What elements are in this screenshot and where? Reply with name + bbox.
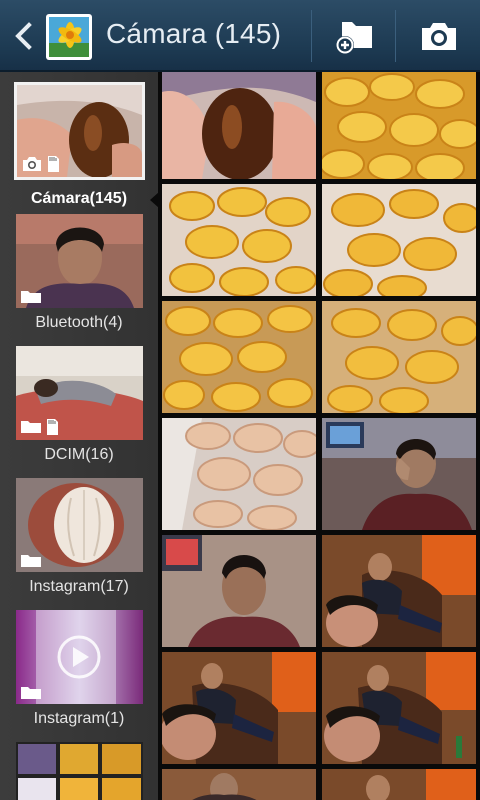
photo-thumbnail[interactable] — [322, 72, 476, 179]
album-label: Instagram(17) — [29, 578, 129, 595]
album-label: Bluetooth(4) — [35, 314, 123, 331]
camera-icon — [23, 157, 41, 171]
album-thumbnail — [16, 610, 143, 704]
album-label: Instagram(1) — [33, 710, 125, 727]
album-thumbnail — [16, 742, 143, 800]
photo-thumbnail[interactable] — [322, 769, 476, 800]
photo-thumbnail[interactable] — [322, 652, 476, 764]
album-thumbnail — [16, 346, 143, 440]
selection-pointer — [150, 192, 158, 208]
photo-thumbnail[interactable] — [162, 301, 316, 413]
album-thumbnail — [16, 478, 143, 572]
album-thumbnail — [14, 82, 145, 180]
folder-icon — [21, 421, 41, 433]
photo-thumbnail[interactable] — [322, 418, 476, 530]
sd-card-icon — [48, 156, 59, 172]
photo-thumbnail[interactable] — [322, 184, 476, 296]
camera-button[interactable] — [397, 0, 479, 72]
toolbar-divider — [311, 10, 312, 62]
new-album-button[interactable] — [313, 0, 395, 72]
album-label: DCIM(16) — [44, 446, 114, 463]
album-thumbnail — [16, 214, 143, 308]
toolbar-divider — [395, 10, 396, 62]
album-label: Cámara(145) — [30, 190, 128, 207]
folder-icon — [21, 555, 41, 567]
photo-thumbnail[interactable] — [162, 769, 316, 800]
photo-thumbnail[interactable] — [162, 535, 316, 647]
gallery-flower-icon[interactable] — [46, 14, 92, 60]
sd-card-icon — [47, 419, 58, 435]
folder-icon — [21, 687, 41, 699]
chevron-left-icon[interactable] — [8, 20, 40, 52]
page-title: Cámara (145) — [106, 18, 282, 49]
camera-icon — [422, 23, 456, 50]
photo-thumbnail[interactable] — [162, 652, 316, 764]
photo-thumbnail[interactable] — [162, 418, 316, 530]
folder-icon — [21, 291, 41, 303]
photo-grid — [158, 72, 480, 800]
photo-thumbnail[interactable] — [322, 535, 476, 647]
photo-thumbnail[interactable] — [322, 301, 476, 413]
photo-thumbnail[interactable] — [162, 72, 316, 179]
folder-add-icon — [336, 22, 372, 54]
photo-thumbnail[interactable] — [162, 184, 316, 296]
album-sidebar: Cámara(145) Bluetooth(4) DCIM(16) Instag… — [0, 72, 158, 800]
action-bar: Cámara (145) — [0, 0, 480, 72]
